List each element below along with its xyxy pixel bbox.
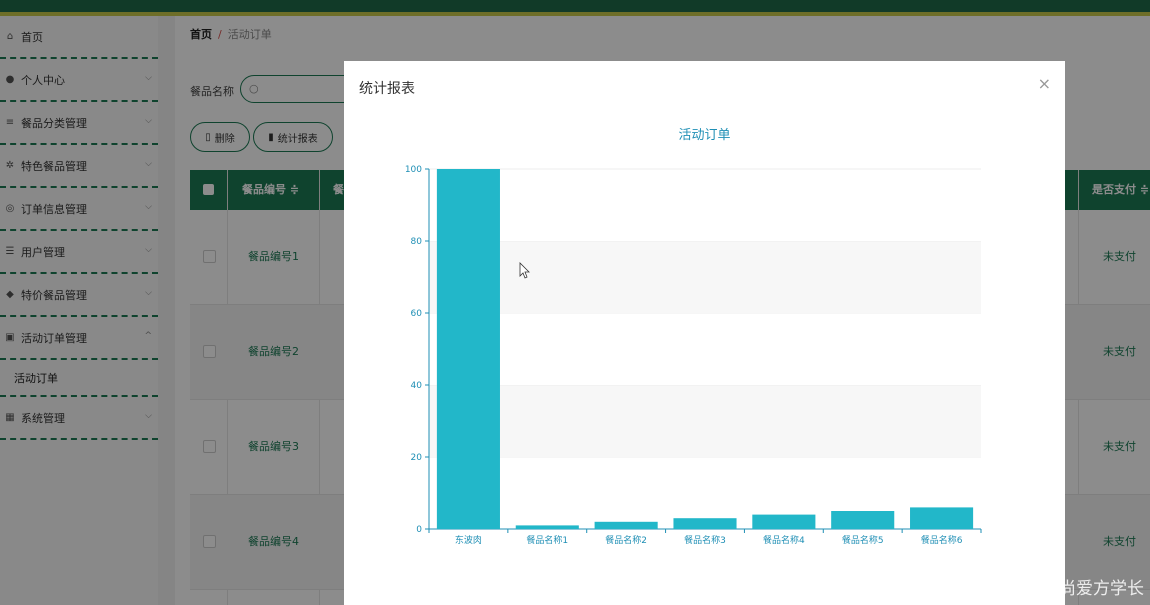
y-tick-label: 100 [405,165,422,175]
y-tick-label: 20 [411,453,423,463]
bar [594,521,658,529]
stats-report-dialog: 统计报表 × 活动订单 0 20 40 60 80 100 东波肉 餐品名称1 餐品名称2 餐品名… [344,61,1065,605]
x-tick-label: 餐品名称6 [921,534,963,546]
watermark: CSDN @尚爱方学长 [988,579,1144,599]
bar [752,514,816,529]
x-tick-label: 餐品名称1 [526,534,568,546]
y-tick-label: 0 [416,525,422,535]
grid-band [429,313,981,385]
y-tick-label: 80 [411,237,423,247]
x-tick-label: 餐品名称5 [842,534,884,546]
x-tick-label: 东波肉 [455,534,482,546]
bar [673,518,737,529]
x-tick-label: 餐品名称2 [605,534,647,546]
bar [831,511,895,529]
y-tick-label: 60 [411,309,423,319]
grid-band [429,385,981,457]
x-tick-label: 餐品名称4 [763,534,805,546]
x-tick-label: 餐品名称3 [684,534,726,546]
bar [910,507,974,529]
bar-chart: 0 20 40 60 80 100 东波肉 餐品名称1 餐品名称2 餐品名称3 餐品名称4 餐品名称5… [405,165,982,546]
bar [436,169,500,529]
bar [515,525,579,529]
grid-band [429,169,981,241]
grid-band [429,241,981,313]
y-tick-label: 40 [411,381,423,391]
